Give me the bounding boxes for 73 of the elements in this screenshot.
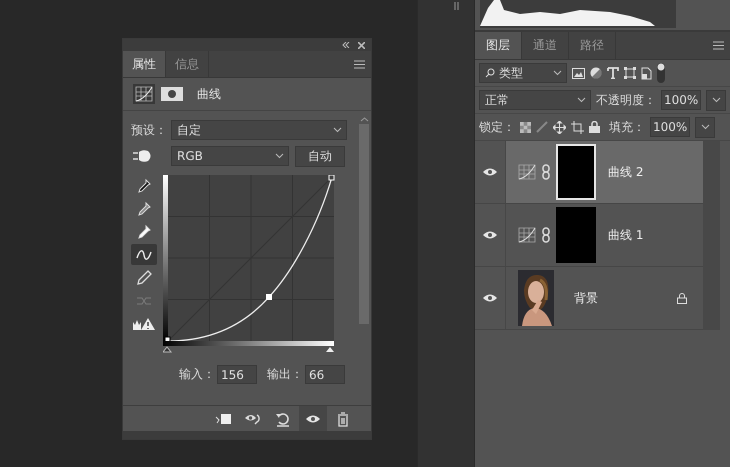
toggle-icon[interactable] (657, 63, 665, 83)
lock-transparent-icon[interactable] (520, 122, 531, 132)
opacity-dropdown-button[interactable] (706, 90, 726, 110)
curves-icon[interactable] (133, 84, 155, 104)
preset-dropdown[interactable]: 自定 (171, 120, 347, 140)
layer-name: 背景 (574, 290, 598, 306)
target-adjust-icon[interactable] (131, 148, 153, 164)
input-slider-track[interactable] (163, 341, 334, 352)
chevron-down-icon (577, 97, 586, 103)
eye-icon[interactable] (482, 230, 498, 240)
fill-label: 填充： (609, 118, 645, 136)
shape-filter-icon[interactable] (624, 67, 636, 79)
panel-tab[interactable]: 图层 (475, 32, 522, 59)
chevron-down-icon (700, 124, 710, 130)
lock-label: 锁定： (479, 118, 515, 136)
eye-icon[interactable] (482, 293, 498, 303)
layer-row[interactable]: 曲线 2 (506, 141, 703, 203)
panel-title: 曲线 (197, 86, 221, 102)
layer-row[interactable]: 曲线 1 (506, 204, 703, 266)
channel-dropdown[interactable]: RGB (171, 146, 289, 166)
layer-mask-thumbnail[interactable] (556, 207, 596, 263)
chevron-down-icon (553, 70, 562, 76)
filter-dropdown[interactable]: 类型 (479, 63, 567, 83)
output-label: 输出： (267, 366, 303, 383)
layer-name: 曲线 1 (608, 226, 644, 244)
menu-icon[interactable] (713, 41, 724, 50)
smart-object-filter-icon[interactable] (641, 66, 652, 80)
reset-icon[interactable] (274, 410, 292, 426)
type-filter-icon[interactable] (607, 67, 619, 79)
chevron-down-icon (275, 153, 284, 159)
mask-icon[interactable] (161, 87, 183, 101)
output-field[interactable]: 66 (305, 365, 345, 384)
chevron-down-icon (712, 97, 720, 103)
fill-field[interactable]: 100% (650, 117, 690, 137)
link-icon (542, 164, 550, 180)
input-label: 输入： (179, 366, 215, 383)
panel-tab[interactable]: 信息 (166, 51, 209, 77)
filter-text: 类型 (499, 64, 524, 82)
panel-tab[interactable]: 通道 (522, 32, 569, 59)
crop-icon[interactable] (571, 120, 584, 134)
scrollbar[interactable] (703, 141, 720, 330)
blend-mode-dropdown[interactable]: 正常 (479, 90, 591, 110)
fill-dropdown-button[interactable] (695, 116, 715, 138)
collapse-icon[interactable] (342, 42, 350, 48)
eyedropper-icon[interactable] (136, 224, 152, 240)
image-filter-icon[interactable] (572, 68, 585, 78)
layer-name: 曲线 2 (608, 164, 644, 180)
panel-tab[interactable]: 属性 (123, 51, 166, 77)
close-icon[interactable] (358, 42, 365, 48)
preset-label: 预设： (131, 122, 167, 138)
link-icon (542, 227, 550, 243)
adjustment-filter-icon[interactable] (590, 67, 602, 79)
lock-icon[interactable] (589, 121, 600, 133)
input-field[interactable]: 156 (217, 365, 257, 384)
layer-row[interactable]: 背景 (506, 267, 703, 329)
clipping-warning-icon[interactable] (133, 316, 155, 330)
panel-tab[interactable]: 路径 (569, 32, 616, 59)
move-icon[interactable] (553, 120, 566, 134)
opacity-field[interactable]: 100% (661, 90, 701, 110)
auto-button[interactable]: 自动 (295, 146, 345, 166)
grip-icon[interactable] (454, 2, 459, 10)
scroll-up-icon[interactable] (360, 117, 368, 122)
curves-icon (518, 227, 536, 243)
chevron-down-icon (333, 127, 342, 133)
curves-icon (518, 164, 536, 180)
eye-icon[interactable] (305, 414, 321, 424)
eyedropper-icon[interactable] (136, 178, 152, 194)
eye-icon[interactable] (482, 167, 498, 177)
search-icon (485, 68, 495, 78)
menu-icon[interactable] (354, 60, 365, 68)
resize-grip[interactable] (123, 431, 371, 439)
pencil-icon[interactable] (136, 270, 152, 286)
opacity-label: 不透明度： (596, 92, 656, 108)
